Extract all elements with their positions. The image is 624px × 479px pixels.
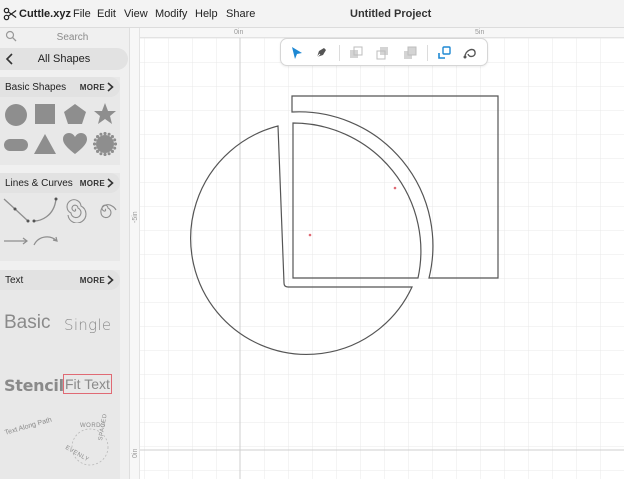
square-icon[interactable] (34, 103, 56, 125)
more-button[interactable]: MORE (80, 276, 105, 285)
more-button[interactable]: MORE (80, 179, 105, 188)
inner-arc-cut-path[interactable] (292, 122, 422, 279)
chevron-right-icon[interactable] (107, 178, 114, 188)
menu-share[interactable]: Share (226, 8, 255, 20)
heart-icon[interactable] (63, 133, 87, 155)
design-shapes[interactable] (130, 28, 624, 479)
menu-bar: Cuttle.xyz File Edit View Modify Help Sh… (0, 0, 624, 28)
origin-marker (393, 186, 397, 190)
chevron-right-icon[interactable] (107, 82, 114, 92)
panel-title: Lines & Curves (5, 178, 73, 189)
polyline-icon[interactable] (2, 195, 30, 223)
basic-shapes-header[interactable]: Basic Shapes MORE (0, 77, 120, 97)
shapes-sidebar: All Shapes Basic Shapes MORE (0, 28, 130, 479)
menu-modify[interactable]: Modify (155, 8, 187, 20)
all-shapes-label: All Shapes (37, 53, 91, 65)
scissors-icon (3, 7, 17, 21)
basic-shapes-panel: Basic Shapes MORE (0, 77, 120, 165)
pentagon-icon[interactable] (63, 103, 87, 125)
menu-help[interactable]: Help (195, 8, 218, 20)
menu-file[interactable]: File (73, 8, 91, 20)
chevron-right-icon[interactable] (107, 275, 114, 285)
origin-marker (308, 233, 312, 237)
app-name: Cuttle.xyz (19, 8, 71, 20)
search-box (0, 28, 129, 46)
panel-title: Basic Shapes (5, 82, 67, 93)
panel-title: Text (5, 275, 24, 286)
spiral-icon[interactable] (92, 199, 118, 221)
design-canvas[interactable]: 0in 5in -5in 0in (130, 28, 624, 479)
text-header[interactable]: Text MORE (0, 270, 120, 290)
triangle-icon[interactable] (33, 133, 57, 155)
text-panel: Text MORE Basic Single Stencil Fit Text … (0, 270, 120, 479)
gear-icon[interactable] (93, 132, 117, 156)
lines-curves-header[interactable]: Lines & Curves MORE (0, 173, 120, 193)
arrow-icon[interactable] (3, 236, 29, 246)
menu-edit[interactable]: Edit (97, 8, 116, 20)
project-title[interactable]: Untitled Project (350, 8, 431, 20)
all-shapes-button[interactable]: All Shapes (0, 48, 128, 70)
text-sample-single[interactable]: Single (64, 316, 111, 334)
circle-icon[interactable] (4, 103, 28, 127)
text-sample-stencil[interactable]: Stencil (4, 376, 64, 395)
rounded-rect-icon[interactable] (3, 138, 29, 152)
menu-view[interactable]: View (124, 8, 148, 20)
more-button[interactable]: MORE (80, 83, 105, 92)
text-sample-fit-text[interactable]: Fit Text (63, 374, 112, 394)
search-input[interactable] (20, 30, 125, 44)
lines-curves-panel: Lines & Curves MORE (0, 173, 120, 261)
arc-arrow-icon[interactable] (33, 233, 59, 247)
text-sample-along-path[interactable]: Text Along Path (4, 417, 53, 437)
outer-circle-cut-path[interactable] (190, 125, 413, 356)
search-icon (5, 30, 17, 42)
curve-icon[interactable] (32, 195, 60, 223)
text-sample-basic[interactable]: Basic (4, 312, 50, 334)
star-icon[interactable] (93, 102, 117, 126)
spiral-icon[interactable] (62, 197, 88, 223)
logo[interactable]: Cuttle.xyz (3, 6, 71, 22)
